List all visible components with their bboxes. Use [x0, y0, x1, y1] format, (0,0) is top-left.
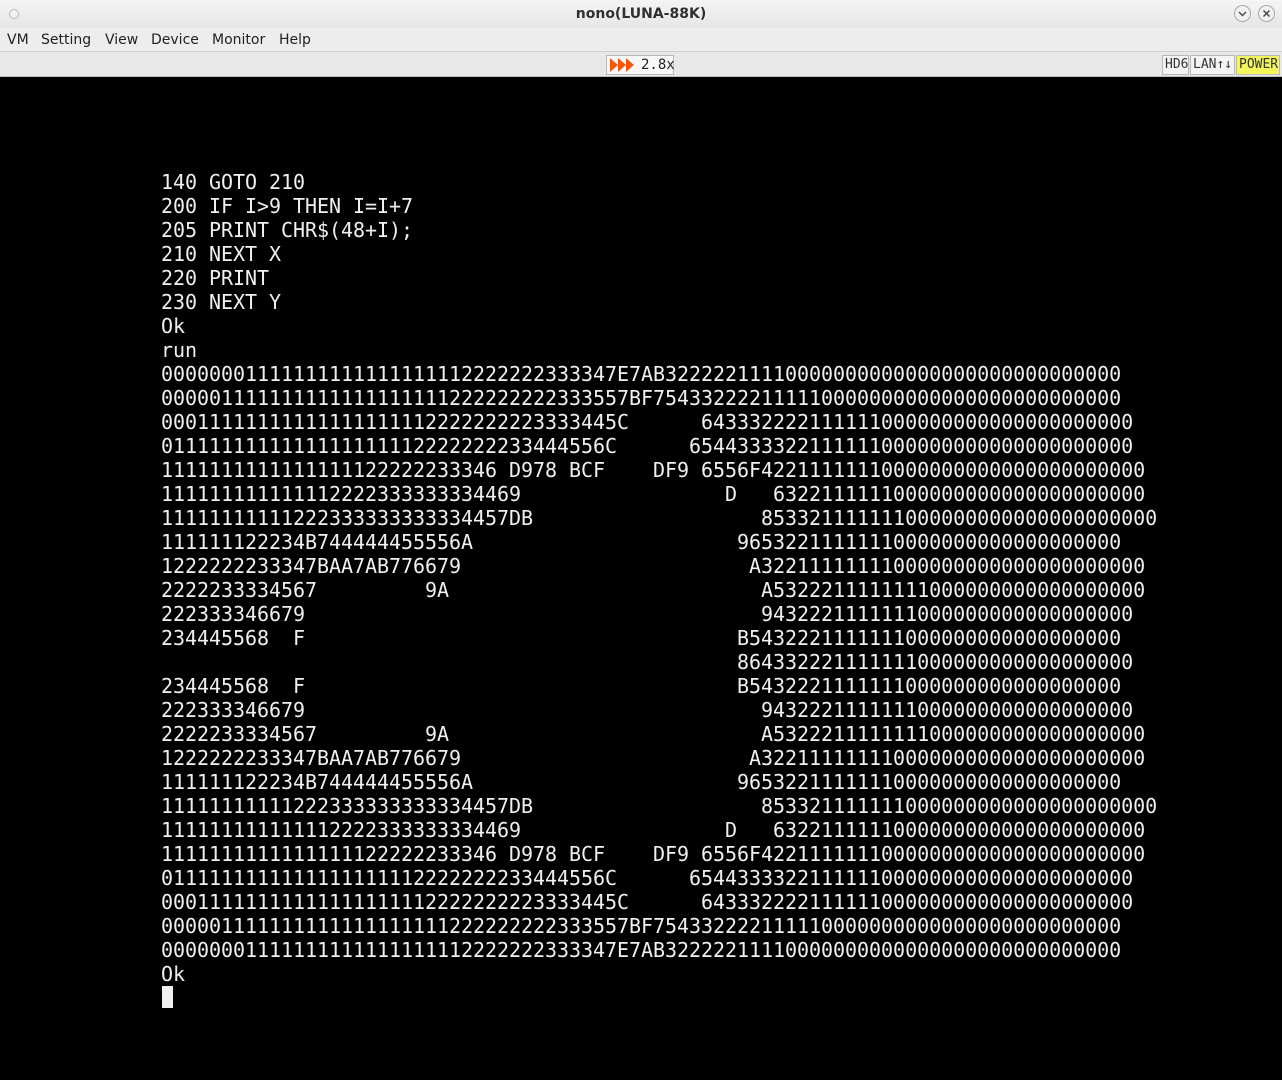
terminal-line: 111111111111112222333333334469 D 6322111…	[161, 482, 1146, 506]
terminal-line: 000001111111111111111111222222222333557B…	[161, 914, 1122, 938]
terminal-line: 234445568 F B543222111111100000000000000…	[161, 674, 1122, 698]
terminal-line: Ok	[161, 314, 186, 338]
terminal-line: 210 NEXT X	[161, 242, 282, 266]
power-indicator: POWER	[1236, 55, 1280, 75]
close-button[interactable]	[1258, 5, 1275, 22]
text-cursor	[162, 986, 173, 1008]
speed-control[interactable]: 2.8x	[606, 55, 675, 75]
terminal-line: 222333346679 943222111111100000000000000…	[161, 698, 1134, 722]
terminal-line: 234445568 F B543222111111100000000000000…	[161, 626, 1122, 650]
lan-indicator: LAN↑↓	[1190, 55, 1235, 75]
terminal-line: 11111111111222333333333334457DB 85332111…	[161, 794, 1158, 818]
terminal-line: 00011111111111111111112222222223333445C …	[161, 890, 1134, 914]
menu-setting[interactable]: Setting	[41, 28, 91, 52]
menu-vm[interactable]: VM	[7, 28, 29, 52]
terminal-line: 2222233334567 9A A5322211111111000000000…	[161, 722, 1146, 746]
terminal-line: 00000001111111111111111112222222333347E7…	[161, 938, 1122, 962]
terminal-line: 0111111111111111111112222222233444556C 6…	[161, 866, 1134, 890]
menu-view[interactable]: View	[105, 28, 138, 52]
emulator-window: nono(LUNA-88K) VM Setting View Device Mo…	[0, 0, 1282, 1080]
window-title: nono(LUNA-88K)	[575, 6, 707, 22]
terminal-line: 222333346679 943222111111100000000000000…	[161, 602, 1134, 626]
terminal-line: 1111111111111111122222233346 D978 BCF DF…	[161, 458, 1146, 482]
terminal-output: 140 GOTO 210 200 IF I>9 THEN I=I+7 205 PRI…	[161, 170, 1157, 986]
terminal-line: 205 PRINT CHR$(48+I);	[161, 218, 414, 242]
hd-indicator: HD6	[1162, 55, 1189, 75]
terminal-line: 111111111111112222333333334469 D 6322111…	[161, 818, 1146, 842]
terminal-line: 111111122234B744444455556A 9653221111111…	[161, 770, 1122, 794]
terminal-line: 140 GOTO 210	[161, 170, 306, 194]
terminal-line: 2222233334567 9A A5322211111111000000000…	[161, 578, 1146, 602]
terminal-line: Ok	[161, 962, 186, 986]
terminal-line: 00011111111111111111112222222223333445C …	[161, 410, 1134, 434]
terminal-line: 111111122234B744444455556A 9653221111111…	[161, 530, 1122, 554]
title-bar[interactable]: nono(LUNA-88K)	[0, 0, 1282, 29]
terminal-line: 11111111111222333333333334457DB 85332111…	[161, 506, 1158, 530]
menu-bar: VM Setting View Device Monitor Help	[0, 28, 1282, 52]
menu-monitor[interactable]: Monitor	[212, 28, 265, 52]
terminal-line: 864332221111111000000000000000000	[161, 650, 1134, 674]
minimize-button[interactable]	[1234, 5, 1251, 22]
status-toolbar: 2.8x HD6 LAN↑↓ POWER	[0, 52, 1282, 77]
close-icon	[1263, 10, 1270, 17]
fast-forward-icon	[610, 58, 634, 72]
menu-help[interactable]: Help	[279, 28, 311, 52]
terminal-line: 1222222233347BAA7AB776679 A3221111111100…	[161, 554, 1146, 578]
terminal-line: 0111111111111111111112222222233444556C 6…	[161, 434, 1134, 458]
terminal-line: 230 NEXT Y	[161, 290, 282, 314]
terminal-line: 1222222233347BAA7AB776679 A3221111111100…	[161, 746, 1146, 770]
emulator-screen[interactable]: 140 GOTO 210 200 IF I>9 THEN I=I+7 205 PRI…	[1, 77, 1281, 1080]
menu-device[interactable]: Device	[151, 28, 199, 52]
terminal-line: 00000001111111111111111112222222333347E7…	[161, 362, 1122, 386]
terminal-line: 220 PRINT	[161, 266, 270, 290]
chevron-down-icon	[1238, 11, 1247, 17]
terminal-line: 200 IF I>9 THEN I=I+7	[161, 194, 414, 218]
terminal-line: 1111111111111111122222233346 D978 BCF DF…	[161, 842, 1146, 866]
terminal-line: 000001111111111111111111222222222333557B…	[161, 386, 1122, 410]
speed-label: 2.8x	[641, 57, 675, 73]
terminal-line: run	[161, 338, 198, 362]
